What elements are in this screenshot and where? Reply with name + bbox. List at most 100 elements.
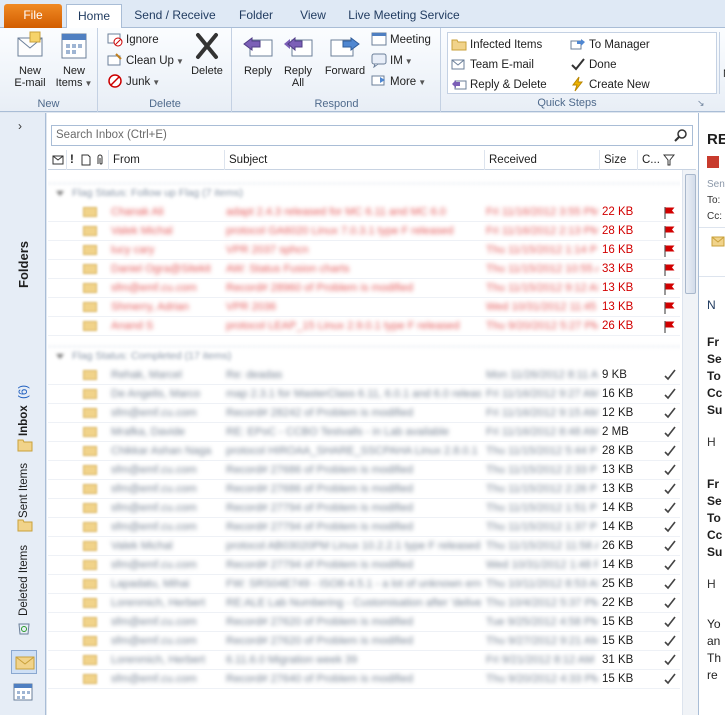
message-row[interactable]: sfm@emf.cu.com Record# 27640 of Problem i… [48,670,680,689]
message-row[interactable]: Lapadatu, Mihai FW: SRS04E749 - ISO8-4.5.… [48,575,680,594]
ignore-button[interactable]: Ignore [107,31,159,49]
red-flag-icon[interactable] [663,320,677,334]
red-flag-icon[interactable] [663,301,677,315]
tab-view[interactable]: View [290,4,336,28]
completed-check-icon[interactable] [663,672,677,686]
mail-module-button[interactable] [11,650,37,674]
flag-status-column-icon[interactable] [663,154,675,166]
red-flag-icon[interactable] [663,263,677,277]
collapse-group-icon[interactable] [56,354,64,359]
im-button[interactable]: IM ▼ [371,52,413,70]
completed-check-icon[interactable] [663,615,677,629]
expand-navigation-icon[interactable]: › [18,119,22,133]
message-row[interactable]: Valek Michal protocol AB03020PM Linux 10.… [48,537,680,556]
nav-sent-items[interactable]: Sent Items [18,463,30,518]
completed-check-icon[interactable] [663,577,677,591]
quickstep-reply-delete[interactable]: Reply & Delete [451,76,547,94]
red-flag-icon[interactable] [663,244,677,258]
envelope-icon [83,389,97,399]
search-icon[interactable] [674,128,688,142]
folders-label[interactable]: Folders [16,241,31,288]
quickstep-create-new[interactable]: Create New [570,76,650,94]
nav-inbox[interactable]: Inbox (6) [18,385,30,436]
received-column-header[interactable]: Received [484,150,599,170]
completed-check-icon[interactable] [663,634,677,648]
completed-check-icon[interactable] [663,539,677,553]
message-row[interactable]: Daniel Ogra@Sitekit AW: Status Fusion cha… [48,260,680,279]
red-flag-icon[interactable] [663,206,677,220]
completed-check-icon[interactable] [663,558,677,572]
reply-all-button[interactable]: Reply All [277,30,319,89]
reply-button[interactable]: Reply [237,30,279,77]
quickstep-team-email[interactable]: Team E-mail [451,56,534,74]
subject-column-header[interactable]: Subject [224,150,484,170]
priority-column-header[interactable]: ! [66,150,76,170]
tab-file[interactable]: File [4,4,62,28]
message-row[interactable]: De Angelis, Marco map 2.3.1 for MasterCla… [48,385,680,404]
message-row[interactable]: Valek Michal protocol GA6020 Linux 7.0.3.… [48,222,680,241]
attachment-message-icon[interactable] [711,236,725,248]
message-row[interactable]: Rehak, Marcel Re: deadas Mon 11/26/2012 8:… [48,366,680,385]
message-row[interactable]: Shmerry, Adrian VPR 2036 Wed 10/31/2012 11… [48,298,680,317]
meeting-button[interactable]: Meeting [371,31,431,49]
message-row[interactable]: Chanak Ali adapt 2.4.3 released for MC 6.… [48,203,680,222]
message-row[interactable]: lucy cary VPR 2037 sphcn Thu 11/15/2012 1:… [48,241,680,260]
page-column-icon[interactable] [81,154,91,166]
message-row[interactable]: sfm@emf.cu.com Record# 28242 of Problem i… [48,404,680,423]
calendar-module-button[interactable] [13,682,35,704]
message-row[interactable]: sfm@emf.cu.com Record# 27620 of Problem i… [48,632,680,651]
message-row[interactable]: Lorenmich, Herbert 6.11.6.0 Migration wee… [48,651,680,670]
group-header[interactable]: Flag Status: Follow up Flag (7 items) [48,183,680,202]
message-row[interactable]: sfm@emf.cu.com Record# 28960 of Problem i… [48,279,680,298]
more-button[interactable]: More ▼ [371,73,426,91]
group-header[interactable]: Flag Status: Completed (17 items) [48,346,680,365]
completed-check-icon[interactable] [663,520,677,534]
completed-check-icon[interactable] [663,596,677,610]
tab-folder[interactable]: Folder [228,4,284,28]
message-row[interactable]: Anand S protocol LEAP_15 Linux 2.9.0.1 ty… [48,317,680,336]
message-row[interactable]: Chikkar Ashan Naga protocol HIROAA_SHARE_… [48,442,680,461]
completed-check-icon[interactable] [663,444,677,458]
completed-check-icon[interactable] [663,463,677,477]
search-input[interactable]: Search Inbox (Ctrl+E) [51,125,693,146]
junk-button[interactable]: Junk ▼ [107,73,160,91]
tab-live-meeting-service[interactable]: Live Meeting Service [344,4,464,28]
completed-check-icon[interactable] [663,406,677,420]
message-row[interactable]: sfm@emf.cu.com Record# 27794 of Problem i… [48,556,680,575]
categories-column-header[interactable]: C... [637,150,660,170]
completed-check-icon[interactable] [663,501,677,515]
size-column-header[interactable]: Size [599,150,637,170]
message-row[interactable]: sfm@emf.cu.com Record# 27794 of Problem i… [48,518,680,537]
quickstep-infected-items[interactable]: Infected Items [451,36,542,54]
scrollbar-thumb[interactable] [685,174,696,294]
nav-deleted-items[interactable]: Deleted Items [18,545,30,616]
completed-check-icon[interactable] [663,368,677,382]
collapse-group-icon[interactable] [56,191,64,196]
importance-column-icon[interactable] [52,154,64,166]
message-row[interactable]: sfm@emf.cu.com Record# 27794 of Problem i… [48,499,680,518]
forward-button[interactable]: Forward [321,30,369,77]
red-flag-icon[interactable] [663,282,677,296]
quick-steps-launcher-icon[interactable]: ↘ [697,98,707,108]
from-column-header[interactable]: From [108,150,224,170]
message-row[interactable]: sfm@emf.cu.com Record# 27620 of Problem i… [48,613,680,632]
message-row[interactable]: Lorenmich, Herbert RE:ALE Lab Numbering -… [48,594,680,613]
completed-check-icon[interactable] [663,425,677,439]
completed-check-icon[interactable] [663,653,677,667]
tab-send-receive[interactable]: Send / Receive [128,4,222,28]
completed-check-icon[interactable] [663,387,677,401]
message-row[interactable]: sfm@emf.cu.com Record# 27686 of Problem i… [48,461,680,480]
delete-button[interactable]: Delete [185,30,229,77]
clean-up-button[interactable]: Clean Up ▼ [107,52,184,70]
red-flag-icon[interactable] [663,225,677,239]
completed-check-icon[interactable] [663,482,677,496]
new-items-button[interactable]: New Items ▼ [52,30,96,90]
message-row[interactable]: Mrafka, Davide RE: EPoC - CCBO Testvalls … [48,423,680,442]
new-email-button[interactable]: New E-mail [8,30,52,89]
attachment-column-icon[interactable] [95,154,105,166]
quickstep-to-manager[interactable]: To Manager [570,36,650,54]
tab-home[interactable]: Home [66,4,122,29]
message-list-scrollbar[interactable] [682,170,698,715]
quickstep-done[interactable]: Done [570,56,617,74]
message-row[interactable]: sfm@emf.cu.com Record# 27686 of Problem i… [48,480,680,499]
